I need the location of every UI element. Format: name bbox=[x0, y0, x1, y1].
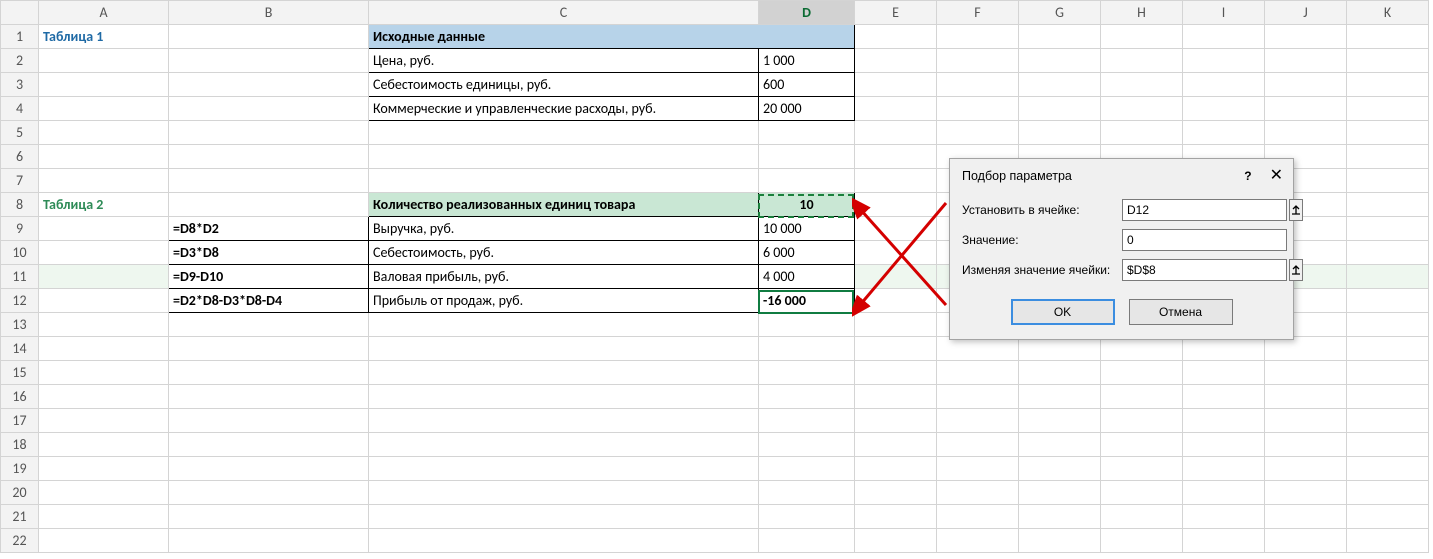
row-header-4[interactable]: 4 bbox=[1, 97, 39, 121]
t2-value-2: 4 000 bbox=[759, 265, 855, 289]
col-header-J[interactable]: J bbox=[1265, 1, 1347, 25]
row-header-12[interactable]: 12 bbox=[1, 289, 39, 313]
collapse-dialog-icon bbox=[1290, 264, 1302, 276]
row-header-5[interactable]: 5 bbox=[1, 121, 39, 145]
changing-cell-input[interactable] bbox=[1122, 259, 1287, 281]
table2-title: Таблица 2 bbox=[39, 193, 169, 217]
row-header-21[interactable]: 21 bbox=[1, 505, 39, 529]
row-header-14[interactable]: 14 bbox=[1, 337, 39, 361]
ok-button[interactable]: OK bbox=[1011, 299, 1115, 325]
row-header-18[interactable]: 18 bbox=[1, 433, 39, 457]
table1-header: Исходные данные bbox=[369, 25, 855, 49]
table1-title: Таблица 1 bbox=[39, 25, 169, 49]
row-header-7[interactable]: 7 bbox=[1, 169, 39, 193]
col-header-G[interactable]: G bbox=[1019, 1, 1101, 25]
row-header-1[interactable]: 1 bbox=[1, 25, 39, 49]
col-header-D[interactable]: D bbox=[759, 1, 855, 25]
set-cell-label: Установить в ячейке: bbox=[962, 203, 1122, 217]
row-header-11[interactable]: 11 bbox=[1, 265, 39, 289]
row-header-3[interactable]: 3 bbox=[1, 73, 39, 97]
col-header-K[interactable]: K bbox=[1347, 1, 1429, 25]
row-header-15[interactable]: 15 bbox=[1, 361, 39, 385]
row-header-10[interactable]: 10 bbox=[1, 241, 39, 265]
cancel-button[interactable]: Отмена bbox=[1129, 299, 1233, 325]
t2-label-1: Себестоимость, руб. bbox=[369, 241, 759, 265]
t2-formula-3: =D2*D8-D3*D8-D4 bbox=[169, 289, 369, 313]
select-all-cell[interactable] bbox=[1, 1, 39, 25]
row-header-9[interactable]: 9 bbox=[1, 217, 39, 241]
close-button[interactable]: ✕ bbox=[1270, 170, 1283, 182]
t1-label-1: Себестоимость единицы, руб. bbox=[369, 73, 759, 97]
t1-value-2: 20 000 bbox=[759, 97, 855, 121]
col-header-F[interactable]: F bbox=[937, 1, 1019, 25]
t2-value-3: -16 000 bbox=[759, 289, 855, 313]
col-header-H[interactable]: H bbox=[1101, 1, 1183, 25]
table2-header-value: 10 bbox=[759, 193, 855, 217]
t1-label-0: Цена, руб. bbox=[369, 49, 759, 73]
t2-formula-0: =D8*D2 bbox=[169, 217, 369, 241]
set-cell-input[interactable] bbox=[1122, 199, 1287, 221]
t1-value-1: 600 bbox=[759, 73, 855, 97]
t1-label-2: Коммерческие и управленческие расходы, р… bbox=[369, 97, 759, 121]
t2-label-0: Выручка, руб. bbox=[369, 217, 759, 241]
t2-formula-1: =D3*D8 bbox=[169, 241, 369, 265]
t2-value-1: 6 000 bbox=[759, 241, 855, 265]
col-header-B[interactable]: B bbox=[169, 1, 369, 25]
row-header-13[interactable]: 13 bbox=[1, 313, 39, 337]
row-header-8[interactable]: 8 bbox=[1, 193, 39, 217]
col-header-E[interactable]: E bbox=[855, 1, 937, 25]
col-header-I[interactable]: I bbox=[1183, 1, 1265, 25]
row-header-6[interactable]: 6 bbox=[1, 145, 39, 169]
changing-cell-label: Изменяя значение ячейки: bbox=[962, 263, 1122, 277]
row-header-16[interactable]: 16 bbox=[1, 385, 39, 409]
table2-header: Количество реализованных единиц товара bbox=[369, 193, 759, 217]
set-cell-picker[interactable] bbox=[1289, 199, 1303, 221]
t2-label-3: Прибыль от продаж, руб. bbox=[369, 289, 759, 313]
col-header-C[interactable]: C bbox=[369, 1, 759, 25]
t2-label-2: Валовая прибыль, руб. bbox=[369, 265, 759, 289]
t1-value-0: 1 000 bbox=[759, 49, 855, 73]
row-header-17[interactable]: 17 bbox=[1, 409, 39, 433]
value-input[interactable] bbox=[1122, 229, 1287, 251]
row-header-19[interactable]: 19 bbox=[1, 457, 39, 481]
goal-seek-dialog: Подбор параметра ? ✕ Установить в ячейке… bbox=[949, 158, 1294, 340]
help-button[interactable]: ? bbox=[1244, 169, 1251, 183]
row-header-20[interactable]: 20 bbox=[1, 481, 39, 505]
row-header-2[interactable]: 2 bbox=[1, 49, 39, 73]
value-label: Значение: bbox=[962, 233, 1122, 247]
row-header-22[interactable]: 22 bbox=[1, 529, 39, 553]
changing-cell-picker[interactable] bbox=[1289, 259, 1303, 281]
t2-formula-2: =D9-D10 bbox=[169, 265, 369, 289]
col-header-A[interactable]: A bbox=[39, 1, 169, 25]
t2-value-0: 10 000 bbox=[759, 217, 855, 241]
collapse-dialog-icon bbox=[1290, 204, 1302, 216]
dialog-title: Подбор параметра bbox=[962, 169, 1072, 183]
